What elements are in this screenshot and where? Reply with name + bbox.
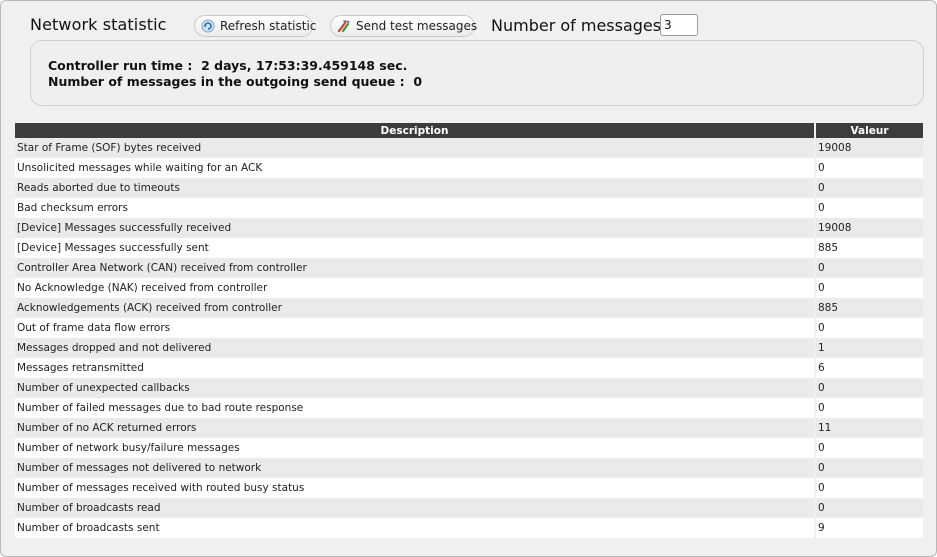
table-row: Number of unexpected callbacks 0 [15,378,923,398]
row-value: 0 [815,178,923,198]
row-description: Bad checksum errors [15,198,816,218]
row-description: Number of unexpected callbacks [15,378,816,398]
row-description: Controller Area Network (CAN) received f… [15,258,816,278]
row-description: Number of broadcasts sent [15,518,816,538]
table-row: Star of Frame (SOF) bytes received 19008 [15,138,923,158]
row-value: 885 [815,298,923,318]
row-value: 19008 [815,138,923,158]
message-count-input[interactable] [660,14,698,36]
message-count-label: Number of messages [491,16,662,35]
row-description: Number of failed messages due to bad rou… [15,398,816,418]
row-value: 0 [815,278,923,298]
row-value: 0 [815,158,923,178]
table-row: Number of network busy/failure messages … [15,438,923,458]
row-value: 0 [815,378,923,398]
table-row: Number of broadcasts read 0 [15,498,923,518]
row-description: Number of no ACK returned errors [15,418,816,438]
row-description: Number of messages received with routed … [15,478,816,498]
row-value: 885 [815,238,923,258]
row-description: No Acknowledge (NAK) received from contr… [15,278,816,298]
row-description: Acknowledgements (ACK) received from con… [15,298,816,318]
table-row: [Device] Messages successfully received … [15,218,923,238]
table-row: Number of messages not delivered to netw… [15,458,923,478]
row-value: 19008 [815,218,923,238]
send-test-messages-button[interactable]: Send test messages [330,15,478,37]
table-row: [Device] Messages successfully sent 885 [15,238,923,258]
row-description: Messages dropped and not delivered [15,338,816,358]
row-value: 0 [815,318,923,338]
send-test-messages-label: Send test messages [356,19,478,33]
row-value: 11 [815,418,923,438]
row-value: 0 [815,258,923,278]
page-title: Network statistic [30,15,167,34]
description-column-header: Description [15,123,816,138]
row-description: Number of network busy/failure messages [15,438,816,458]
table-row: Number of no ACK returned errors 11 [15,418,923,438]
row-description: Number of messages not delivered to netw… [15,458,816,478]
row-description: Messages retransmitted [15,358,816,378]
table-header-row: Description Valeur [15,123,923,138]
refresh-statistic-button[interactable]: Refresh statistic [194,15,317,37]
controller-runtime-text: Controller run time : 2 days, 17:53:39.4… [48,58,408,73]
row-value: 0 [815,198,923,218]
table-row: Unsolicited messages while waiting for a… [15,158,923,178]
table-row: Acknowledgements (ACK) received from con… [15,298,923,318]
table-row: Messages retransmitted 6 [15,358,923,378]
row-description: [Device] Messages successfully received [15,218,816,238]
network-statistic-window: Network statistic Refresh statistic Send [0,0,937,557]
send-test-icon [337,19,351,33]
controller-info-panel: Controller run time : 2 days, 17:53:39.4… [30,40,924,106]
table-row: Number of failed messages due to bad rou… [15,398,923,418]
statistics-table: Description Valeur Star of Frame (SOF) b… [15,123,923,538]
table-row: Out of frame data flow errors 0 [15,318,923,338]
row-description: Reads aborted due to timeouts [15,178,816,198]
toolbar: Network statistic Refresh statistic Send [1,1,936,39]
row-value: 6 [815,358,923,378]
row-value: 0 [815,458,923,478]
row-description: [Device] Messages successfully sent [15,238,816,258]
value-column-header: Valeur [815,123,923,138]
table-row: Controller Area Network (CAN) received f… [15,258,923,278]
row-description: Unsolicited messages while waiting for a… [15,158,816,178]
row-value: 1 [815,338,923,358]
table-row: Bad checksum errors 0 [15,198,923,218]
row-value: 0 [815,478,923,498]
row-description: Number of broadcasts read [15,498,816,518]
row-value: 9 [815,518,923,538]
send-queue-text: Number of messages in the outgoing send … [48,74,423,89]
row-value: 0 [815,498,923,518]
table-row: Reads aborted due to timeouts 0 [15,178,923,198]
refresh-icon [201,19,215,33]
table-row: Messages dropped and not delivered 1 [15,338,923,358]
table-row: Number of broadcasts sent 9 [15,518,923,538]
row-value: 0 [815,398,923,418]
row-description: Out of frame data flow errors [15,318,816,338]
row-description: Star of Frame (SOF) bytes received [15,138,816,158]
table-row: Number of messages received with routed … [15,478,923,498]
refresh-statistic-label: Refresh statistic [220,19,317,33]
table-row: No Acknowledge (NAK) received from contr… [15,278,923,298]
row-value: 0 [815,438,923,458]
